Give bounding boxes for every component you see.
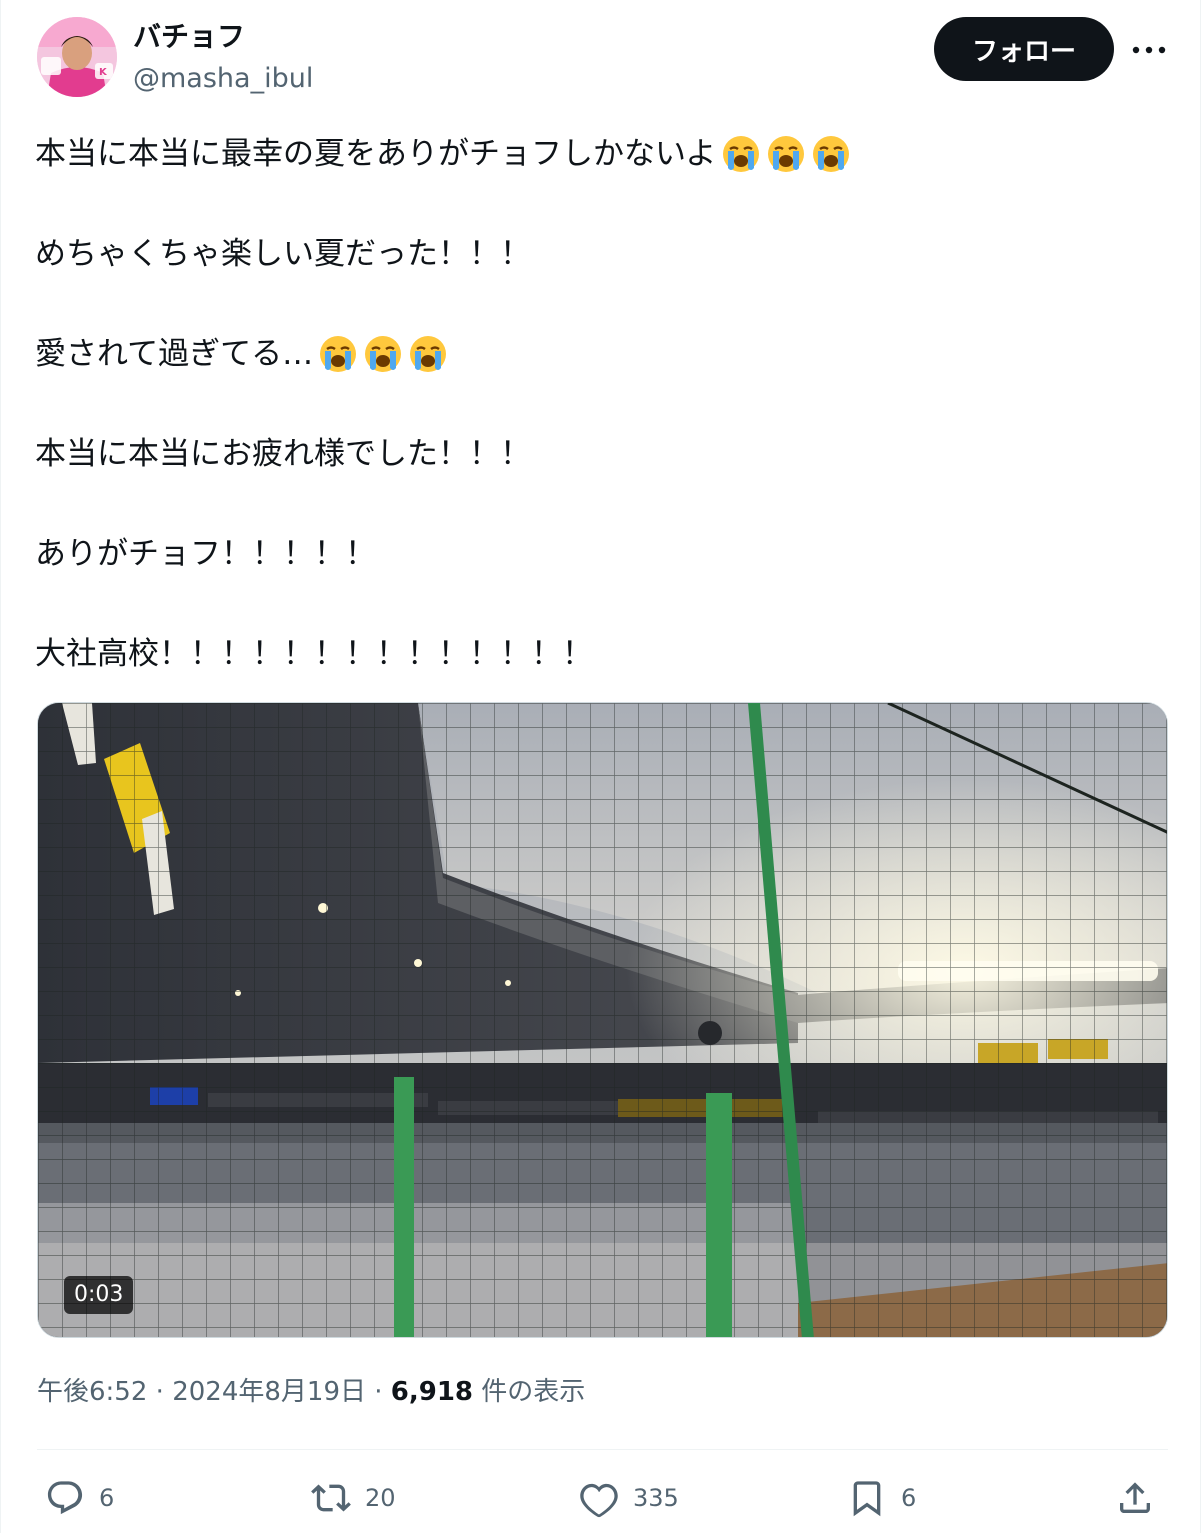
repost-icon — [311, 1478, 351, 1518]
loudly-crying-face-icon — [766, 134, 806, 174]
tweet-line: 大社高校！！！！！！！！！！！！！！ — [35, 626, 593, 682]
heart-icon — [579, 1478, 619, 1518]
reply-count: 6 — [99, 1484, 115, 1512]
repost-count: 20 — [365, 1484, 396, 1512]
stadium-video-frame — [38, 703, 1167, 1337]
tweet-line-text: 大社高校！！！！！！！！！！！！！！ — [35, 636, 593, 672]
tweet-line-text: 本当に本当にお疲れ様でした！！！ — [35, 436, 531, 472]
video-duration-badge: 0:03 — [64, 1276, 134, 1314]
display-name[interactable]: バチョフ — [133, 18, 245, 56]
tweet-card: K バチョフ @masha_ibul フォロー 本当に本当に最幸の夏をありがチョ… — [0, 0, 1201, 1533]
meta-separator: · — [155, 1377, 164, 1407]
tweet-time[interactable]: 午後6:52 — [37, 1377, 147, 1407]
follow-button[interactable]: フォロー — [934, 17, 1114, 81]
tweet-line-text: ありがチョフ！！！！！ — [35, 536, 376, 572]
meta-separator: · — [374, 1377, 383, 1407]
divider — [37, 1449, 1168, 1450]
avatar-image: K — [37, 17, 117, 97]
reply-button[interactable]: 6 — [45, 1474, 114, 1522]
views-count: 6,918 — [390, 1377, 474, 1407]
share-icon — [1115, 1478, 1155, 1518]
repost-button[interactable]: 20 — [311, 1474, 396, 1522]
tweet-line: ありがチョフ！！！！！ — [35, 526, 376, 582]
svg-text:K: K — [99, 67, 108, 78]
tweet-line-text: 愛されて過ぎてる… — [35, 336, 314, 372]
loudly-crying-face-icon — [408, 334, 448, 374]
user-handle[interactable]: @masha_ibul — [133, 60, 313, 98]
avatar[interactable]: K — [37, 17, 117, 97]
views-label: 件の表示 — [481, 1377, 586, 1407]
loudly-crying-face-icon — [363, 334, 403, 374]
tweet-line: 本当に本当にお疲れ様でした！！！ — [35, 426, 531, 482]
bookmark-icon — [847, 1478, 887, 1518]
tweet-line: 愛されて過ぎてる… — [35, 326, 448, 382]
reply-icon — [45, 1478, 85, 1518]
share-button[interactable] — [1115, 1474, 1155, 1522]
loudly-crying-face-icon — [721, 134, 761, 174]
tweet-line-text: 本当に本当に最幸の夏をありがチョフしかないよ — [35, 136, 717, 172]
bookmark-button[interactable]: 6 — [847, 1474, 916, 1522]
tweet-line: めちゃくちゃ楽しい夏だった！！！ — [35, 226, 531, 282]
tweet-meta: 午後6:52 · 2024年8月19日 · 6,918 件の表示 — [37, 1372, 585, 1412]
tweet-line-text: めちゃくちゃ楽しい夏だった！！！ — [35, 236, 531, 272]
video-player[interactable]: 0:03 — [37, 702, 1168, 1338]
more-options-icon[interactable] — [1129, 30, 1169, 70]
loudly-crying-face-icon — [811, 134, 851, 174]
tweet-line: 本当に本当に最幸の夏をありがチョフしかないよ — [35, 126, 851, 182]
loudly-crying-face-icon — [318, 334, 358, 374]
tweet-date[interactable]: 2024年8月19日 — [172, 1377, 366, 1407]
like-button[interactable]: 335 — [579, 1474, 679, 1522]
bookmark-count: 6 — [901, 1484, 917, 1512]
like-count: 335 — [633, 1484, 679, 1512]
